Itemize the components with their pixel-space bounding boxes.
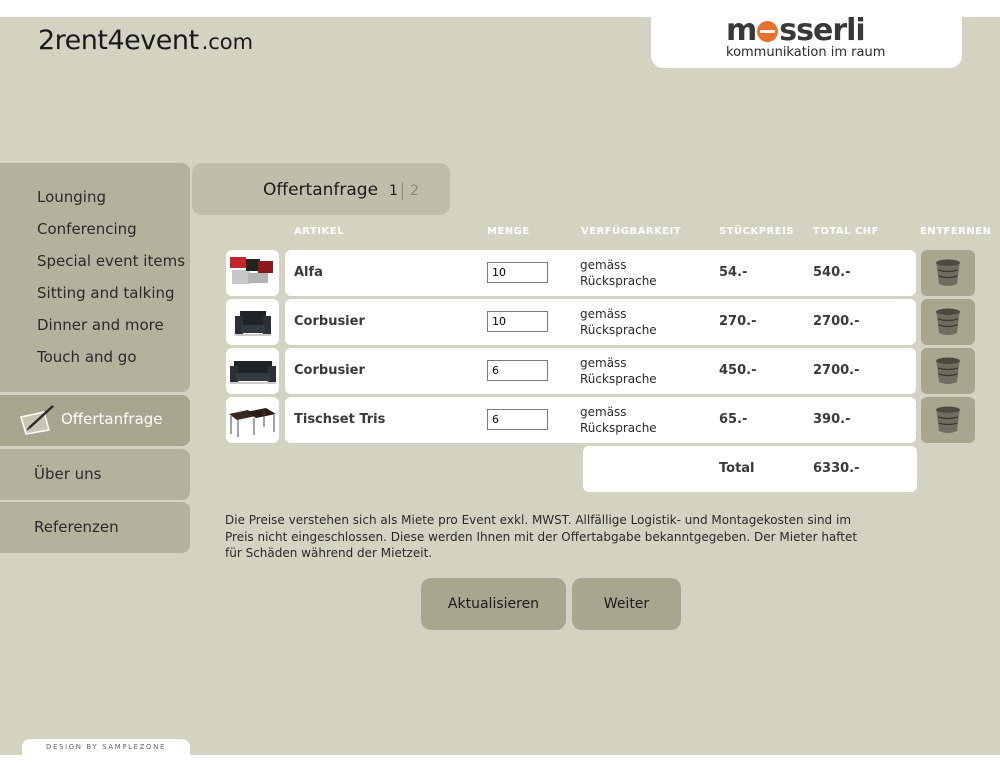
availability-line-1: gemäss <box>580 258 627 272</box>
row-article: Alfa <box>294 265 323 280</box>
total-label: Total <box>719 461 755 476</box>
brand-tld: .com <box>201 30 254 54</box>
row-availability: gemäss Rücksprache <box>580 404 657 436</box>
pricing-note: Die Preise verstehen sich als Miete pro … <box>225 513 858 560</box>
page-title-tab: Offertanfrage 1 2 <box>192 163 450 215</box>
quantity-input[interactable] <box>487 409 548 430</box>
col-header-total: TOTAL CHF <box>813 226 879 237</box>
row-unit-price: 65.- <box>719 412 748 427</box>
quantity-input[interactable] <box>487 311 548 332</box>
availability-line-1: gemäss <box>580 405 627 419</box>
logo-e-icon <box>757 21 779 42</box>
row-total: 390.- <box>813 412 851 427</box>
nav-about-label: Über uns <box>34 465 102 483</box>
product-thumbnail-tischset-tris[interactable] <box>226 397 279 443</box>
nav-item-conferencing[interactable]: Conferencing <box>0 213 190 245</box>
row-article: Corbusier <box>294 314 365 329</box>
nav-item-dinner-and-more[interactable]: Dinner and more <box>0 309 190 341</box>
nav-offer-label: Offertanfrage <box>61 410 163 428</box>
remove-item-button[interactable] <box>921 397 975 443</box>
row-total: 2700.- <box>813 363 860 378</box>
row-article: Corbusier <box>294 363 365 378</box>
partner-logo: m sserli kommunikation im raum <box>651 13 962 68</box>
product-thumbnail-corbusier-armchair[interactable] <box>226 299 279 345</box>
nav-item-special-event-items[interactable]: Special event items <box>0 245 190 277</box>
step-next[interactable]: 2 <box>410 183 419 199</box>
page-background: 2rent4event .com m sserli kommunikation im… <box>0 13 1000 755</box>
row-unit-price: 450.- <box>719 363 757 378</box>
col-header-availability: VERFÜGBARKEIT <box>581 226 682 237</box>
sofa-image <box>230 361 276 384</box>
alfa-cubes-image <box>230 257 273 284</box>
nav-references-label: Referenzen <box>34 518 119 536</box>
next-button[interactable]: Weiter <box>572 578 681 630</box>
nav-item-lounging[interactable]: Lounging <box>0 181 190 213</box>
logo-tagline: kommunikation im raum <box>726 45 886 60</box>
availability-line-1: gemäss <box>580 307 627 321</box>
trash-bin-icon <box>936 259 960 286</box>
quantity-input[interactable] <box>487 262 548 283</box>
row-unit-price: 270.- <box>719 314 757 329</box>
nav-item-sitting-and-talking[interactable]: Sitting and talking <box>0 277 190 309</box>
col-header-unit-price: STÜCKPREIS <box>719 226 795 237</box>
row-article: Tischset Tris <box>294 412 386 427</box>
availability-line-1: gemäss <box>580 356 627 370</box>
availability-line-2: Rücksprache <box>580 323 657 337</box>
logo-wordmark: m sserli <box>726 13 866 48</box>
nav-item-touch-and-go[interactable]: Touch and go <box>0 341 190 373</box>
remove-item-button[interactable] <box>921 250 975 296</box>
trash-bin-icon <box>936 406 960 433</box>
quantity-input[interactable] <box>487 360 548 381</box>
brand-name: 2rent4event <box>38 25 199 56</box>
total-value: 6330.- <box>813 461 860 476</box>
step-divider <box>402 182 403 200</box>
notepad-pen-icon <box>20 405 54 435</box>
row-total: 540.- <box>813 265 851 280</box>
row-availability: gemäss Rücksprache <box>580 257 657 289</box>
logo-prefix: m <box>726 13 757 48</box>
page-title: Offertanfrage <box>263 180 379 200</box>
nav-item-about-us[interactable]: Über uns <box>0 449 190 500</box>
update-button[interactable]: Aktualisieren <box>421 578 566 630</box>
row-availability: gemäss Rücksprache <box>580 355 657 387</box>
nav-item-references[interactable]: Referenzen <box>0 502 190 553</box>
design-credit[interactable]: DESIGN BY SAMPLEZONE <box>22 739 190 755</box>
col-header-article: ARTIKEL <box>294 226 344 237</box>
step-current: 1 <box>389 183 398 199</box>
row-availability: gemäss Rücksprache <box>580 306 657 338</box>
remove-item-button[interactable] <box>921 348 975 394</box>
site-logo[interactable]: 2rent4event .com <box>38 25 253 65</box>
category-nav: Lounging Conferencing Special event item… <box>0 163 190 392</box>
table-set-image <box>229 408 276 437</box>
row-total: 2700.- <box>813 314 860 329</box>
availability-line-2: Rücksprache <box>580 372 657 386</box>
armchair-image <box>235 311 271 336</box>
nav-item-offertanfrage[interactable]: Offertanfrage <box>0 395 190 446</box>
availability-line-2: Rücksprache <box>580 421 657 435</box>
col-header-remove: ENTFERNEN <box>920 226 992 237</box>
remove-item-button[interactable] <box>921 299 975 345</box>
product-thumbnail-alfa[interactable] <box>226 250 279 296</box>
row-unit-price: 54.- <box>719 265 748 280</box>
trash-bin-icon <box>936 308 960 335</box>
logo-suffix: sserli <box>779 13 865 48</box>
trash-bin-icon <box>936 357 960 384</box>
col-header-quantity: MENGE <box>487 226 530 237</box>
product-thumbnail-corbusier-sofa[interactable] <box>226 348 279 394</box>
availability-line-2: Rücksprache <box>580 274 657 288</box>
